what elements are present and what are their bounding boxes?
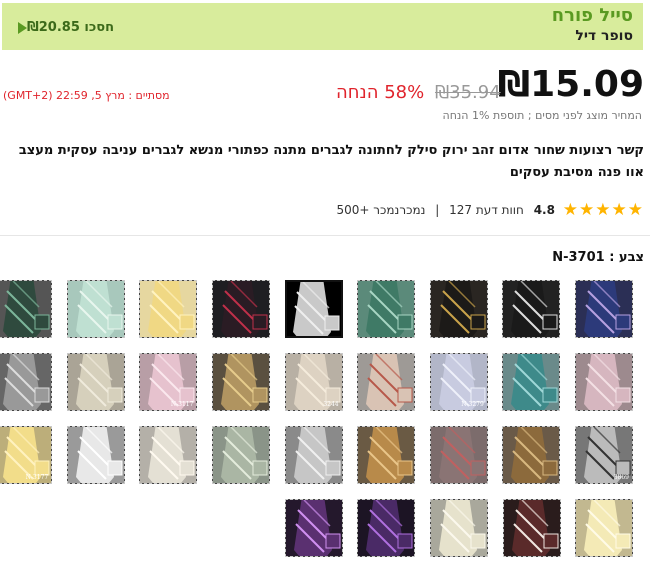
swatch-code: 3244: [324, 401, 340, 408]
tie-image: [359, 427, 416, 483]
tie-image: [359, 500, 416, 556]
color-swatch-purple-stripe[interactable]: [358, 499, 417, 557]
tie-image: [287, 282, 342, 336]
tie-image: [577, 500, 633, 556]
savings-amount: ₪20.85 חסכו: [17, 20, 115, 35]
swatch-code: N-3117: [171, 401, 195, 408]
banner-subtitle: סופר דיל: [576, 28, 634, 44]
product-title: קשר רצועות שחור אדום זהב ירוק סילק לחתונ…: [19, 143, 645, 180]
color-swatch-lavender-floral[interactable]: N-3279: [430, 353, 489, 411]
color-swatch-navy-stripe[interactable]: [576, 280, 634, 338]
color-swatch-grid: N-3279 3244 N-3117 3869 N-3177: [0, 278, 651, 568]
color-swatch-gold-brown-paisley[interactable]: [358, 426, 417, 484]
color-swatch-teal-stripe[interactable]: [503, 353, 562, 411]
tax-note: המחיר מוצג לפני מסים ; תוספת 1% הנחה: [443, 109, 643, 122]
savings-text: ₪20.85 חסכו: [28, 20, 115, 35]
color-swatch-black-white-stripe[interactable]: [503, 280, 562, 338]
tie-image: [141, 427, 198, 483]
swatch-code: 3869: [614, 474, 630, 481]
current-price: ₪15.09: [498, 64, 645, 105]
tie-image: [504, 281, 561, 337]
color-swatch-yellow-stripe[interactable]: [140, 280, 199, 338]
color-swatch-green-diamond[interactable]: [358, 280, 417, 338]
tie-image: [505, 500, 561, 556]
color-swatch-pink-check[interactable]: N-3117: [140, 353, 199, 411]
sale-countdown: מסתיים : מרץ 5, 22:59 (GMT+2): [4, 89, 171, 102]
rating-score: 4.8: [534, 203, 556, 217]
tie-image: [141, 281, 198, 337]
color-swatch-yellow-solid[interactable]: N-3177: [0, 426, 54, 484]
color-swatch-black-red-stripe[interactable]: [213, 280, 271, 338]
color-swatch-silver-selected[interactable]: [285, 280, 344, 338]
tie-image: [577, 281, 633, 337]
color-swatch-plum-stripe[interactable]: [285, 499, 344, 557]
color-swatch-gold-paisley[interactable]: [213, 353, 271, 411]
tie-image: [286, 500, 343, 556]
color-swatch-pink-floral[interactable]: [576, 353, 634, 411]
color-label: צבע : N-3701: [553, 250, 645, 265]
tie-image: [577, 354, 633, 410]
arrow-icon: [19, 21, 28, 34]
review-count[interactable]: 127 חוות דעת: [450, 203, 525, 217]
color-swatch-brown-check[interactable]: [503, 426, 562, 484]
color-swatch-cream-stripe[interactable]: [430, 499, 489, 557]
tie-image: [0, 354, 53, 410]
tie-image: [286, 427, 343, 483]
rating-row: 500+ נמכרנמכר | 127 חוות דעת 4.8 ★★★★★: [337, 200, 645, 220]
color-swatch-silver-stripe[interactable]: 3869: [576, 426, 634, 484]
tie-image: [359, 354, 416, 410]
tie-image: [68, 427, 125, 483]
color-swatch-cream-paisley[interactable]: 3244: [285, 353, 344, 411]
tie-image: [431, 281, 488, 337]
tie-image: [214, 281, 270, 337]
star-rating-icon: ★★★★★: [563, 200, 645, 220]
swatch-code: N-3279: [462, 401, 485, 408]
original-price: ₪35.94: [436, 82, 502, 103]
tie-image: [0, 281, 53, 337]
tie-image: [214, 427, 270, 483]
tie-image: [214, 354, 270, 410]
tie-image: [68, 281, 125, 337]
color-swatch-mint-paisley[interactable]: [67, 280, 126, 338]
discount-badge: 58% הנחה: [337, 82, 426, 103]
color-swatch-pale-yellow[interactable]: [576, 499, 634, 557]
color-swatch-beige-pattern[interactable]: [67, 353, 126, 411]
separator: |: [436, 203, 441, 217]
color-swatch-burgundy-stripe[interactable]: [504, 499, 562, 557]
color-swatch-sage-stripe[interactable]: [213, 426, 271, 484]
color-swatch-black-gold-stripe[interactable]: [430, 280, 489, 338]
color-swatch-ivory-paisley[interactable]: [140, 426, 199, 484]
tie-image: [504, 427, 561, 483]
divider: [0, 235, 651, 236]
tie-image: [431, 500, 488, 556]
tie-image: [359, 281, 416, 337]
tie-image: [431, 427, 488, 483]
flash-sale-banner: סייל פורח סופר דיל ₪20.85 חסכו: [3, 3, 644, 50]
sold-count: 500+ נמכרנמכר: [337, 203, 427, 217]
tie-image: [68, 354, 125, 410]
banner-title: סייל פורח: [552, 5, 634, 26]
color-swatch-grey-red-stripe[interactable]: [430, 426, 489, 484]
color-swatch-peach-stripe[interactable]: [358, 353, 417, 411]
swatch-code: N-3177: [26, 474, 50, 481]
color-swatch-silver-floral[interactable]: [285, 426, 344, 484]
color-swatch-grey-check[interactable]: [0, 353, 54, 411]
tie-image: [504, 354, 561, 410]
color-swatch-dark-green-stripe[interactable]: [0, 280, 54, 338]
color-swatch-white-silver[interactable]: [67, 426, 126, 484]
